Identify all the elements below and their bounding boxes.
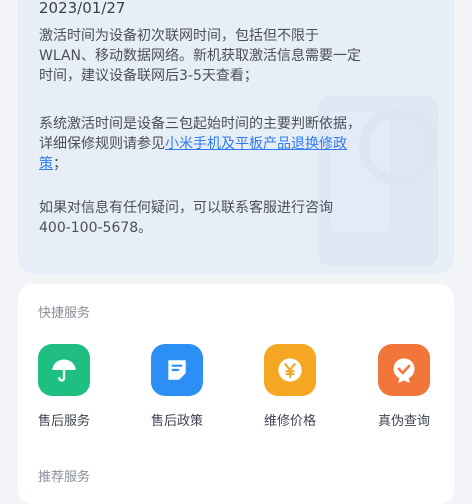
after-sales-policy-button[interactable]: 售后政策: [137, 344, 217, 429]
paragraph-line: 激活时间为设备初次联网时间，包括但不限于: [39, 28, 319, 44]
paragraph-line: 系统激活时间是设备三包起始时间的主要判断依据，: [39, 116, 361, 132]
repair-price-button[interactable]: 维修价格: [250, 344, 330, 429]
recommended-services-title: 推荐服务: [38, 470, 91, 485]
activation-note-paragraph: 激活时间为设备初次联网时间，包括但不限于 WLAN、移动数据网络。新机获取激活信…: [39, 26, 435, 86]
paragraph-line: 时间，建议设备联网后3-5天查看；: [39, 68, 258, 84]
after-sales-service-button[interactable]: 售后服务: [24, 344, 104, 429]
paragraph-suffix: ；: [53, 156, 67, 172]
authenticity-check-button[interactable]: 真伪查询: [364, 344, 444, 429]
paragraph-line: WLAN、移动数据网络。新机获取激活信息需要一定: [39, 48, 362, 64]
warranty-note-paragraph: 系统激活时间是设备三包起始时间的主要判断依据， 详细保修规则请参见小米手机及平板…: [39, 114, 435, 174]
contact-note-paragraph: 如果对信息有任何疑问，可以联系客服进行咨询 400-100-5678。: [39, 198, 435, 238]
paragraph-line: 策；: [39, 154, 435, 174]
quick-services-section: 快捷服务 售后服务 售后政策 维修价格 真伪查询 推荐服务: [18, 284, 454, 504]
activation-info-card: 2023/01/27 激活时间为设备初次联网时间，包括但不限于 WLAN、移动数…: [18, 0, 454, 274]
activation-date: 2023/01/27: [39, 0, 126, 17]
paragraph-line: 如果对信息有任何疑问，可以联系客服进行咨询: [39, 200, 333, 216]
document-icon: [151, 344, 203, 396]
umbrella-icon: [38, 344, 90, 396]
quick-services-title: 快捷服务: [38, 306, 91, 321]
return-policy-link-continued[interactable]: 策: [39, 156, 53, 172]
after-sales-policy-label: 售后政策: [150, 414, 203, 429]
authenticity-check-label: 真伪查询: [377, 414, 430, 429]
paragraph-line: 详细保修规则请参见小米手机及平板产品退换修政: [39, 134, 435, 154]
repair-price-label: 维修价格: [263, 414, 316, 429]
return-policy-link[interactable]: 小米手机及平板产品退换修政: [165, 136, 347, 152]
paragraph-line: 400-100-5678。: [39, 220, 153, 236]
yen-coin-icon: [264, 344, 316, 396]
verified-badge-icon: [378, 344, 430, 396]
after-sales-service-label: 售后服务: [37, 414, 90, 429]
paragraph-text: 详细保修规则请参见: [39, 136, 165, 152]
